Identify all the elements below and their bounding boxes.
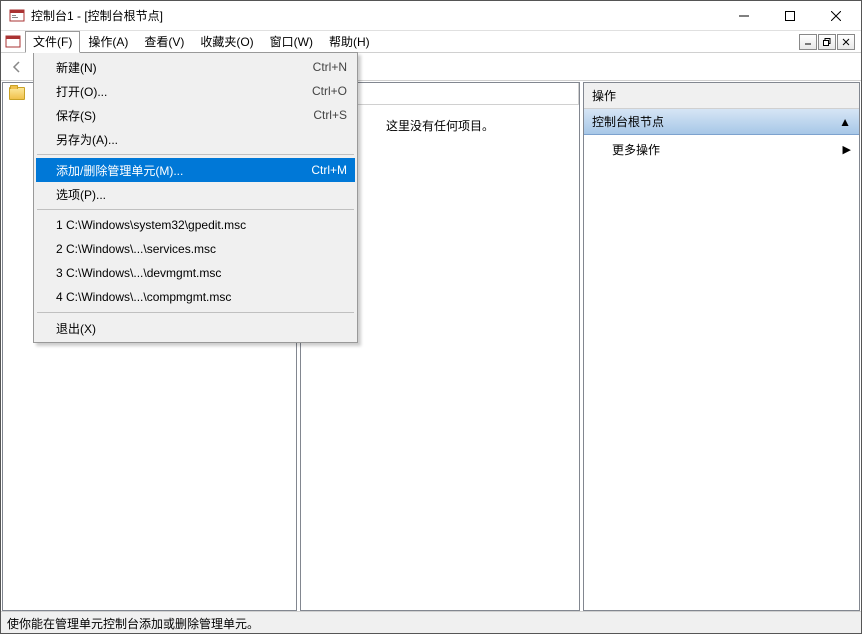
actions-pane: 操作 控制台根节点 ▲ 更多操作 ▶ <box>583 82 860 611</box>
menu-open-label: 打开(O)... <box>56 83 292 100</box>
menu-recent-3-label: 3 C:\Windows\...\devmgmt.msc <box>56 266 347 280</box>
titlebar: 控制台1 - [控制台根节点] <box>1 1 861 31</box>
action-more-label: 更多操作 <box>612 141 660 158</box>
menu-addremove-shortcut: Ctrl+M <box>311 163 347 177</box>
minimize-button[interactable] <box>721 1 767 31</box>
menu-exit-label: 退出(X) <box>56 320 347 337</box>
submenu-arrow-icon: ▶ <box>843 143 851 156</box>
action-more[interactable]: 更多操作 ▶ <box>584 135 859 164</box>
menu-separator <box>37 209 354 210</box>
mdi-controls <box>799 34 857 50</box>
menu-open[interactable]: 打开(O)... Ctrl+O <box>36 79 355 103</box>
menu-window[interactable]: 窗口(W) <box>262 31 321 52</box>
collapse-arrow-icon: ▲ <box>839 115 851 129</box>
menu-file[interactable]: 文件(F) <box>25 31 80 53</box>
app-icon <box>9 8 25 24</box>
mdi-close-button[interactable] <box>837 34 855 50</box>
menu-separator <box>37 312 354 313</box>
actions-header: 操作 <box>584 83 859 109</box>
statusbar-text: 使你能在管理单元控制台添加或删除管理单元。 <box>7 617 259 631</box>
menu-options[interactable]: 选项(P)... <box>36 182 355 206</box>
menu-recent-4[interactable]: 4 C:\Windows\...\compmgmt.msc <box>36 285 355 309</box>
maximize-button[interactable] <box>767 1 813 31</box>
actions-sub-label: 控制台根节点 <box>592 113 664 130</box>
menu-open-shortcut: Ctrl+O <box>312 84 347 98</box>
menu-save-shortcut: Ctrl+S <box>313 108 347 122</box>
menu-help[interactable]: 帮助(H) <box>321 31 378 52</box>
menu-favorites[interactable]: 收藏夹(O) <box>192 31 261 52</box>
actions-subheader[interactable]: 控制台根节点 ▲ <box>584 109 859 135</box>
menubar: 文件(F) 操作(A) 查看(V) 收藏夹(O) 窗口(W) 帮助(H) <box>1 31 861 53</box>
menu-saveas[interactable]: 另存为(A)... <box>36 127 355 151</box>
window-title: 控制台1 - [控制台根节点] <box>31 7 721 24</box>
menu-save-label: 保存(S) <box>56 107 293 124</box>
menu-addremove-label: 添加/删除管理单元(M)... <box>56 162 291 179</box>
menu-recent-3[interactable]: 3 C:\Windows\...\devmgmt.msc <box>36 261 355 285</box>
menu-new[interactable]: 新建(N) Ctrl+N <box>36 55 355 79</box>
mdi-restore-button[interactable] <box>818 34 836 50</box>
menu-new-label: 新建(N) <box>56 59 293 76</box>
menu-recent-2-label: 2 C:\Windows\...\services.msc <box>56 242 347 256</box>
menu-separator <box>37 154 354 155</box>
folder-icon <box>9 87 25 100</box>
menu-recent-1[interactable]: 1 C:\Windows\system32\gpedit.msc <box>36 213 355 237</box>
menu-recent-4-label: 4 C:\Windows\...\compmgmt.msc <box>56 290 347 304</box>
menu-exit[interactable]: 退出(X) <box>36 316 355 340</box>
window-controls <box>721 1 859 31</box>
file-dropdown: 新建(N) Ctrl+N 打开(O)... Ctrl+O 保存(S) Ctrl+… <box>33 52 358 343</box>
menu-save[interactable]: 保存(S) Ctrl+S <box>36 103 355 127</box>
menu-saveas-label: 另存为(A)... <box>56 131 347 148</box>
back-button[interactable] <box>5 55 29 79</box>
close-button[interactable] <box>813 1 859 31</box>
menu-add-remove-snapin[interactable]: 添加/删除管理单元(M)... Ctrl+M <box>36 158 355 182</box>
menu-recent-1-label: 1 C:\Windows\system32\gpedit.msc <box>56 218 347 232</box>
mdi-app-icon <box>5 34 21 50</box>
mdi-minimize-button[interactable] <box>799 34 817 50</box>
menu-recent-2[interactable]: 2 C:\Windows\...\services.msc <box>36 237 355 261</box>
statusbar: 使你能在管理单元控制台添加或删除管理单元。 <box>1 611 861 633</box>
menu-options-label: 选项(P)... <box>56 186 347 203</box>
menu-action[interactable]: 操作(A) <box>80 31 136 52</box>
menu-view[interactable]: 查看(V) <box>136 31 192 52</box>
menu-new-shortcut: Ctrl+N <box>313 60 347 74</box>
